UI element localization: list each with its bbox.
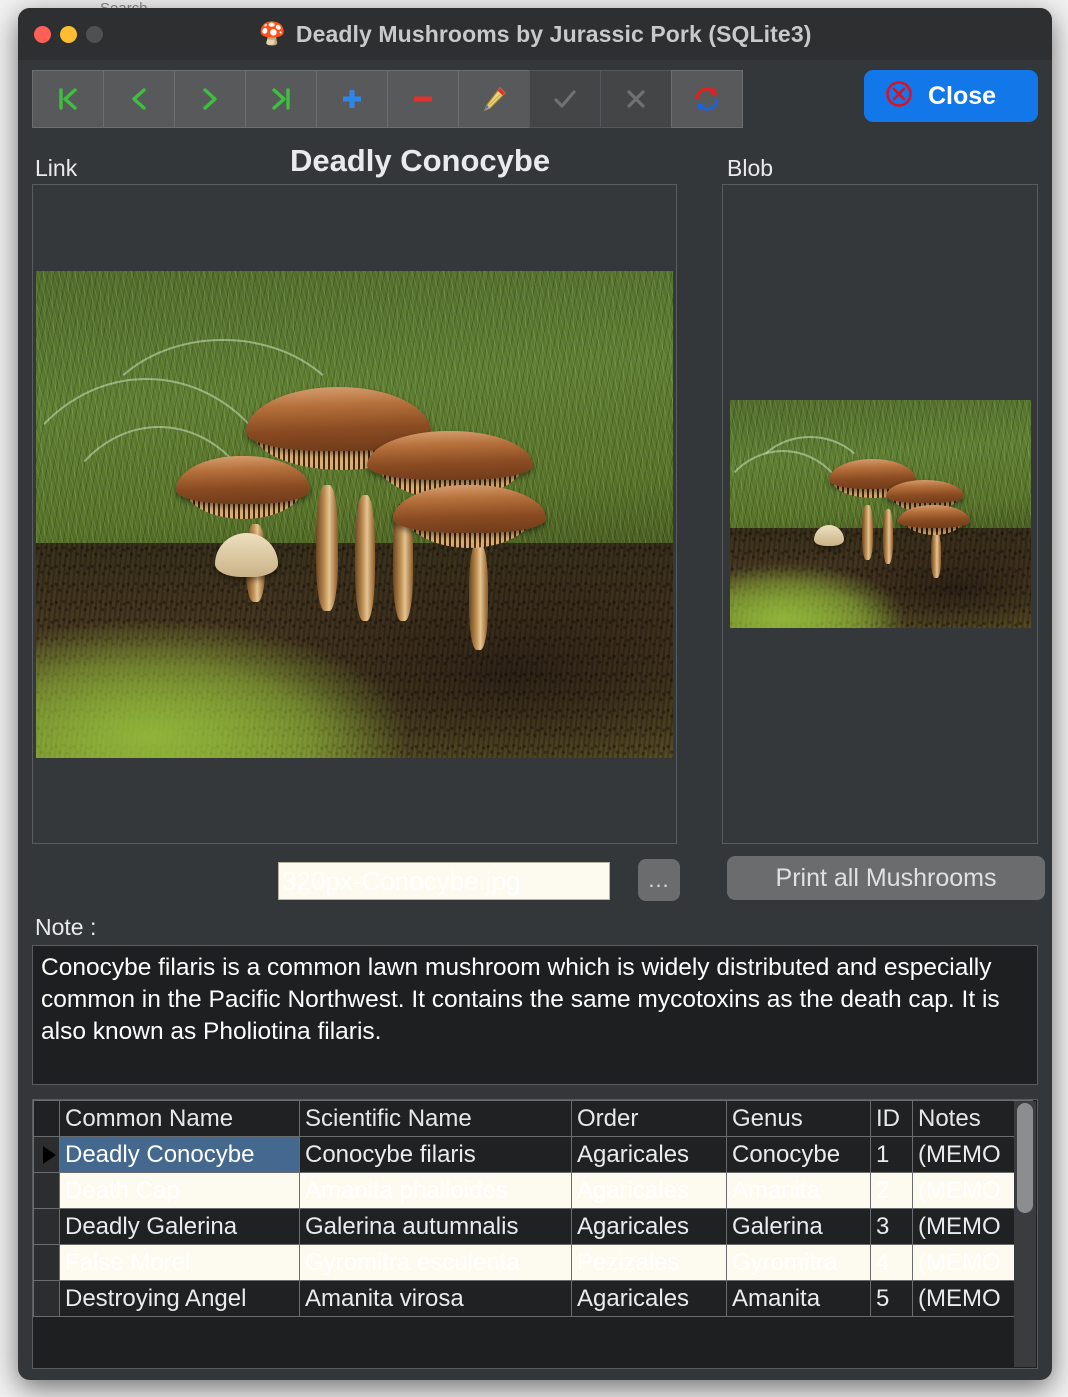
cell-genus[interactable]: Amanita xyxy=(726,1280,871,1317)
cell-id[interactable]: 4 xyxy=(870,1244,913,1281)
blob-label: Blob xyxy=(727,155,774,181)
row-indicator-cell xyxy=(33,1208,60,1245)
note-label: Note : xyxy=(35,914,97,940)
window-titlebar: 🍄 Deadly Mushrooms by Jurassic Pork (SQL… xyxy=(18,8,1052,60)
row-indicator-triangle-icon xyxy=(43,1145,56,1164)
column-header-scientific-name[interactable]: Scientific Name xyxy=(299,1100,572,1137)
cell-genus[interactable]: Amanita xyxy=(726,1172,871,1209)
first-record-icon xyxy=(53,84,83,114)
minimize-window-icon[interactable] xyxy=(60,25,77,43)
cell-id[interactable]: 5 xyxy=(870,1280,913,1317)
column-header-indicator xyxy=(33,1100,60,1137)
grid-scrollbar-thumb[interactable] xyxy=(1017,1103,1033,1213)
circle-x-icon xyxy=(884,79,914,114)
row-indicator-cell xyxy=(33,1244,60,1281)
first-record-button[interactable] xyxy=(32,70,104,128)
print-all-mushrooms-button[interactable]: Print all Mushrooms xyxy=(727,856,1045,900)
cell-scientific-name[interactable]: Gyromitra esculenta xyxy=(299,1244,572,1281)
commit-edit-button xyxy=(529,70,601,128)
record-toolbar: Close xyxy=(18,60,1052,138)
column-header-genus[interactable]: Genus xyxy=(726,1100,871,1137)
zoom-window-icon xyxy=(86,25,103,43)
pencil-icon xyxy=(479,84,509,114)
toolbar-button-group xyxy=(32,70,743,128)
column-header-common-name[interactable]: Common Name xyxy=(59,1100,300,1137)
last-record-icon xyxy=(266,84,296,114)
cell-genus[interactable]: Galerina xyxy=(726,1208,871,1245)
previous-record-icon xyxy=(124,84,154,114)
mushroom-photo-large xyxy=(36,270,674,758)
close-button-label: Close xyxy=(928,81,997,110)
cell-id[interactable]: 3 xyxy=(870,1208,913,1245)
column-header-order[interactable]: Order xyxy=(571,1100,727,1137)
edit-record-button[interactable] xyxy=(458,70,530,128)
table-row[interactable]: Deadly Galerina Galerina autumnalis Agar… xyxy=(33,1208,1033,1245)
record-form: Link Deadly Conocybe Blob 320px-Conocybe… xyxy=(18,138,1052,1380)
app-window: 🍄 Deadly Mushrooms by Jurassic Pork (SQL… xyxy=(18,8,1052,1380)
mushroom-icon: 🍄 xyxy=(258,21,286,46)
table-row[interactable]: False Morel Gyromitra esculenta Pezizale… xyxy=(33,1244,1033,1281)
cell-order[interactable]: Agaricales xyxy=(571,1136,727,1173)
next-record-icon xyxy=(195,84,225,114)
cancel-edit-button xyxy=(600,70,672,128)
row-indicator-cell xyxy=(33,1172,60,1209)
close-window-icon[interactable] xyxy=(34,25,51,43)
cell-common-name[interactable]: False Morel xyxy=(59,1244,300,1281)
link-image-panel[interactable] xyxy=(32,184,678,844)
last-record-button[interactable] xyxy=(245,70,317,128)
minus-icon xyxy=(408,84,438,114)
grid-vertical-scrollbar[interactable] xyxy=(1014,1101,1036,1367)
link-filename-field[interactable]: 320px-Conocybe.jpg xyxy=(278,862,610,900)
cell-scientific-name[interactable]: Conocybe filaris xyxy=(299,1136,572,1173)
cell-common-name[interactable]: Destroying Angel xyxy=(59,1280,300,1317)
close-button[interactable]: Close xyxy=(864,70,1038,122)
window-title: Deadly Mushrooms by Jurassic Pork (SQLit… xyxy=(295,20,812,47)
cell-scientific-name[interactable]: Amanita phalloides xyxy=(299,1172,572,1209)
cell-order[interactable]: Agaricales xyxy=(571,1172,727,1209)
cell-id[interactable]: 2 xyxy=(870,1172,913,1209)
column-header-id[interactable]: ID xyxy=(870,1100,913,1137)
file-and-actions-row: 320px-Conocybe.jpg ... Print all Mushroo… xyxy=(32,854,1045,914)
next-record-button[interactable] xyxy=(174,70,246,128)
cell-genus[interactable]: Conocybe xyxy=(726,1136,871,1173)
browse-file-button[interactable]: ... xyxy=(638,859,680,901)
note-textarea[interactable]: Conocybe filaris is a common lawn mushro… xyxy=(32,945,1038,1085)
table-row[interactable]: Destroying Angel Amanita virosa Agarical… xyxy=(33,1280,1033,1317)
table-row[interactable]: Death Cap Amanita phalloides Agaricales … xyxy=(33,1172,1033,1209)
row-indicator-cell xyxy=(33,1136,60,1173)
refresh-button[interactable] xyxy=(671,70,743,128)
traffic-light-group xyxy=(34,25,103,43)
cell-order[interactable]: Pezizales xyxy=(571,1244,727,1281)
table-row[interactable]: Deadly Conocybe Conocybe filaris Agarica… xyxy=(33,1136,1033,1173)
blob-image-panel[interactable] xyxy=(722,184,1038,844)
page-title: Deadly Conocybe xyxy=(289,143,551,178)
add-record-button[interactable] xyxy=(316,70,388,128)
mushrooms-grid[interactable]: Common Name Scientific Name Order Genus … xyxy=(32,1099,1038,1369)
table-header-row: Common Name Scientific Name Order Genus … xyxy=(33,1100,1033,1137)
form-header-row: Link Deadly Conocybe Blob xyxy=(32,138,1038,184)
image-panels xyxy=(32,184,1038,844)
refresh-icon xyxy=(691,83,723,115)
row-indicator-cell xyxy=(33,1280,60,1317)
cell-genus[interactable]: Gyromitra xyxy=(726,1244,871,1281)
previous-record-button[interactable] xyxy=(103,70,175,128)
cell-order[interactable]: Agaricales xyxy=(571,1280,727,1317)
check-icon xyxy=(550,84,580,114)
cell-common-name[interactable]: Death Cap xyxy=(59,1172,300,1209)
window-title-group: 🍄 Deadly Mushrooms by Jurassic Pork (SQL… xyxy=(18,21,1052,48)
delete-record-button[interactable] xyxy=(387,70,459,128)
x-icon xyxy=(621,84,651,114)
cell-scientific-name[interactable]: Galerina autumnalis xyxy=(299,1208,572,1245)
cell-order[interactable]: Agaricales xyxy=(571,1208,727,1245)
mushrooms-table: Common Name Scientific Name Order Genus … xyxy=(33,1100,1033,1317)
cell-id[interactable]: 1 xyxy=(870,1136,913,1173)
plus-icon xyxy=(337,84,367,114)
cell-common-name[interactable]: Deadly Conocybe xyxy=(59,1136,300,1173)
mushroom-photo-thumbnail xyxy=(729,400,1031,628)
cell-common-name[interactable]: Deadly Galerina xyxy=(59,1208,300,1245)
cell-scientific-name[interactable]: Amanita virosa xyxy=(299,1280,572,1317)
